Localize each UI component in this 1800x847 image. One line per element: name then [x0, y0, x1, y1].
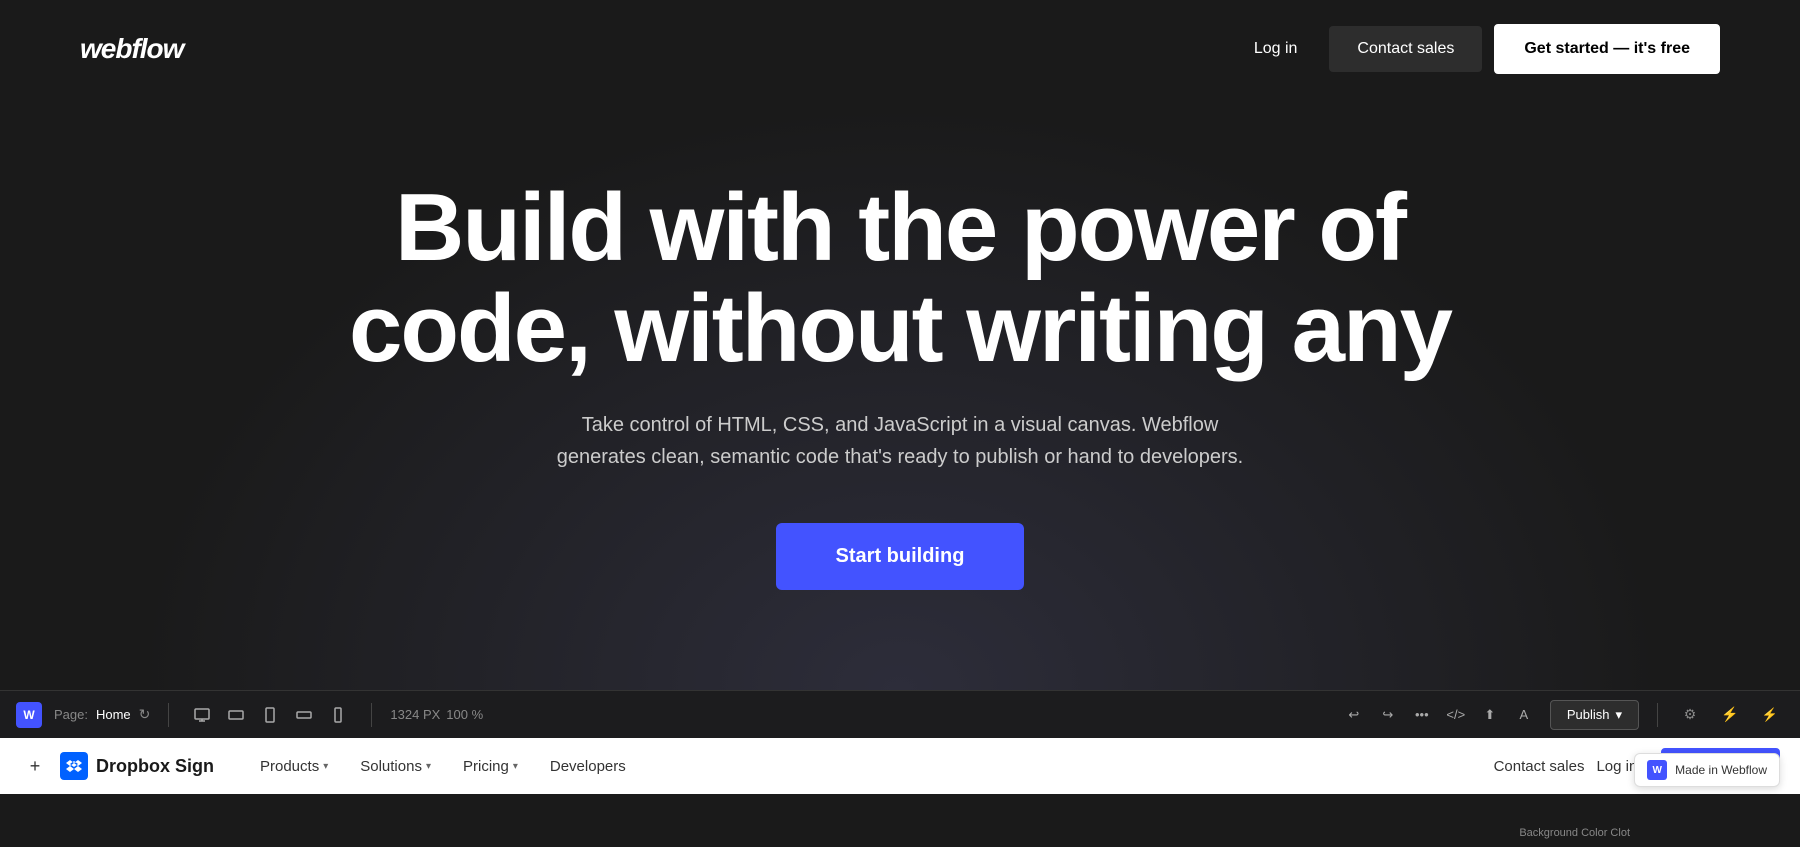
lightning-icon[interactable]: ⚡: [1716, 701, 1744, 729]
refresh-icon[interactable]: ↻: [139, 706, 151, 723]
export-button[interactable]: ⬆: [1476, 701, 1504, 729]
site-nav-links: Products ▾ Solutions ▾ Pricing ▾ Develop…: [244, 750, 1494, 783]
editor-page-name: Home: [96, 707, 131, 722]
hero-section: webflow Log in Contact sales Get started…: [0, 0, 1800, 690]
brand-logo: webflow: [80, 33, 183, 65]
undo-button[interactable]: ↩: [1340, 701, 1368, 729]
solutions-chevron-icon: ▾: [426, 761, 431, 772]
editor-separator-3: [1657, 703, 1658, 727]
editor-page-label: Page:: [54, 707, 88, 722]
pricing-chevron-icon: ▾: [513, 761, 518, 772]
get-started-button[interactable]: Get started — it's free: [1494, 24, 1720, 74]
extra-icon[interactable]: ⚡: [1756, 701, 1784, 729]
mobile-portrait-view-button[interactable]: [323, 700, 353, 730]
start-building-button[interactable]: Start building: [776, 523, 1025, 590]
editor-device-icons: [187, 700, 353, 730]
hero-content: Build with the power of code, without wr…: [149, 78, 1651, 690]
publish-label: Publish: [1567, 707, 1610, 722]
login-button[interactable]: Log in: [1234, 28, 1318, 70]
webflow-badge-label: Made in Webflow: [1675, 763, 1767, 777]
typography-button[interactable]: A: [1510, 701, 1538, 729]
editor-right-icons: ↩ ↪ ••• </> ⬆ A: [1340, 701, 1538, 729]
editor-width: 1324 PX: [390, 707, 440, 722]
editor-page-info: Page: Home ↻: [54, 706, 150, 723]
hero-title: Build with the power of code, without wr…: [349, 178, 1451, 380]
site-nav-bar: + Dropbox Sign Products ▾ Solutions ▾ Pr…: [0, 738, 1800, 794]
navbar-right: Log in Contact sales Get started — it's …: [1234, 24, 1720, 74]
editor-logo: W: [16, 702, 42, 728]
editor-separator-2: [371, 703, 372, 727]
add-element-button[interactable]: +: [20, 751, 50, 781]
more-options-button[interactable]: •••: [1408, 701, 1436, 729]
editor-bar: W Page: Home ↻ 1324 PX 100 % ↩ ↪ ••• </>: [0, 690, 1800, 738]
desktop-view-button[interactable]: [187, 700, 217, 730]
site-login-label: Log in: [1596, 758, 1637, 775]
products-label: Products: [260, 758, 319, 775]
hero-title-line1: Build with the power of: [395, 174, 1405, 281]
redo-button[interactable]: ↪: [1374, 701, 1402, 729]
made-in-webflow-badge[interactable]: W Made in Webflow: [1634, 753, 1780, 787]
developers-label: Developers: [550, 758, 626, 775]
code-view-button[interactable]: </>: [1442, 701, 1470, 729]
dropbox-icon: [60, 752, 88, 780]
editor-dimensions: 1324 PX 100 %: [390, 707, 483, 722]
hero-title-line2: code, without writing any: [349, 275, 1451, 382]
tablet-portrait-view-button[interactable]: [255, 700, 285, 730]
editor-zoom: 100 %: [446, 707, 483, 722]
settings-icon[interactable]: ⚙: [1676, 701, 1704, 729]
publish-chevron-icon: ▾: [1615, 707, 1622, 723]
publish-button[interactable]: Publish ▾: [1550, 700, 1639, 730]
webflow-badge-icon: W: [1647, 760, 1667, 780]
products-chevron-icon: ▾: [323, 761, 328, 772]
site-contact-sales-link[interactable]: Contact sales: [1494, 758, 1585, 775]
pricing-label: Pricing: [463, 758, 509, 775]
site-nav-pricing[interactable]: Pricing ▾: [447, 750, 534, 783]
hero-subtitle: Take control of HTML, CSS, and JavaScrip…: [550, 409, 1250, 473]
site-logo-area: Dropbox Sign: [60, 752, 214, 780]
site-nav-solutions[interactable]: Solutions ▾: [344, 750, 447, 783]
mobile-landscape-view-button[interactable]: [289, 700, 319, 730]
contact-sales-button[interactable]: Contact sales: [1329, 26, 1482, 72]
site-nav-products[interactable]: Products ▾: [244, 750, 344, 783]
dropbox-logo: Dropbox Sign: [60, 752, 214, 780]
dropbox-brand-text: Dropbox Sign: [96, 756, 214, 777]
site-nav-developers[interactable]: Developers: [534, 750, 642, 783]
editor-separator-1: [168, 703, 169, 727]
solutions-label: Solutions: [360, 758, 422, 775]
background-color-label: Background Color Clot: [1519, 827, 1630, 839]
tablet-landscape-view-button[interactable]: [221, 700, 251, 730]
